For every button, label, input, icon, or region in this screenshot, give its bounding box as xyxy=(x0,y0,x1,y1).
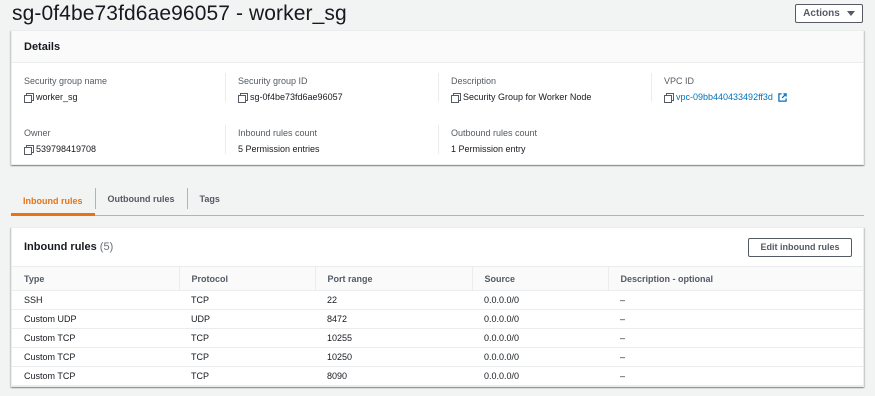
copy-icon[interactable] xyxy=(664,92,674,103)
column-header-source[interactable]: Source xyxy=(471,266,608,291)
column-divider xyxy=(438,73,439,102)
cell-port-range: 8090 xyxy=(315,366,472,386)
field-value: Security Group for Worker Node xyxy=(463,92,592,102)
cell-source: 0.0.0.0/0 xyxy=(472,309,608,329)
cell-type: SSH xyxy=(12,290,179,310)
copy-icon[interactable] xyxy=(24,144,34,155)
cell-port-range: 10255 xyxy=(315,328,472,348)
external-link-icon[interactable] xyxy=(778,92,787,102)
copy-icon[interactable] xyxy=(451,92,461,103)
cell-source: 0.0.0.0/0 xyxy=(472,347,608,367)
inbound-rules-count: (5) xyxy=(99,241,114,253)
copy-icon[interactable] xyxy=(24,92,34,103)
cell-protocol: UDP xyxy=(179,309,315,329)
field-label: Owner xyxy=(24,128,51,138)
field-outbound-rules-count: Outbound rules count 1 Permission entry xyxy=(451,128,537,154)
actions-label: Actions xyxy=(803,8,840,19)
column-divider xyxy=(225,125,226,154)
cell-protocol: TCP xyxy=(179,366,315,386)
cell-protocol: TCP xyxy=(179,328,315,348)
field-label: Security group name xyxy=(24,76,108,86)
inbound-rules-title: Inbound rules (5) xyxy=(24,241,113,253)
table-row[interactable]: Custom TCP TCP 10255 0.0.0.0/0 – xyxy=(12,328,863,348)
field-value: sg-0f4be73fd6ae96057 xyxy=(250,92,343,102)
cell-type: Custom TCP xyxy=(12,328,179,348)
column-divider xyxy=(651,73,652,102)
table-header-row: Type Protocol Port range Source Descript… xyxy=(12,266,863,291)
details-title: Details xyxy=(24,40,61,53)
actions-button[interactable]: Actions xyxy=(795,4,863,23)
cell-description: – xyxy=(608,328,863,348)
field-security-group-name: Security group name worker_sg xyxy=(24,76,108,103)
tab-tags[interactable]: Tags xyxy=(186,188,232,209)
cell-type: Custom UDP xyxy=(12,309,179,329)
copy-icon[interactable] xyxy=(238,92,248,103)
field-value: 539798419708 xyxy=(36,144,97,154)
cell-port-range: 8472 xyxy=(315,309,472,329)
cell-description: – xyxy=(608,366,863,386)
cell-source: 0.0.0.0/0 xyxy=(472,328,608,348)
cell-description: – xyxy=(608,347,863,367)
tab-inbound-rules[interactable]: Inbound rules xyxy=(11,186,95,216)
field-owner: Owner 539798419708 xyxy=(24,128,97,155)
cell-description: – xyxy=(608,290,863,310)
table-row[interactable]: Custom TCP TCP 10250 0.0.0.0/0 – xyxy=(12,347,863,367)
cell-protocol: TCP xyxy=(179,290,315,310)
cell-source: 0.0.0.0/0 xyxy=(472,290,608,310)
column-divider xyxy=(225,73,226,102)
inbound-rules-header: Inbound rules (5) Edit inbound rules xyxy=(12,228,863,266)
field-security-group-id: Security group ID sg-0f4be73fd6ae96057 xyxy=(238,76,343,103)
inbound-rules-title-text: Inbound rules xyxy=(24,241,97,253)
field-inbound-rules-count: Inbound rules count 5 Permission entries xyxy=(238,128,320,154)
column-header-type[interactable]: Type xyxy=(12,266,179,291)
table-row[interactable]: SSH TCP 22 0.0.0.0/0 – xyxy=(12,290,863,310)
column-header-protocol[interactable]: Protocol xyxy=(178,266,315,291)
cell-description: – xyxy=(608,309,863,329)
details-panel: Details Security group name worker_sg Se… xyxy=(11,30,864,165)
field-label: VPC ID xyxy=(664,76,695,86)
field-value: worker_sg xyxy=(36,92,78,102)
field-description: Description Security Group for Worker No… xyxy=(451,76,592,103)
column-header-description[interactable]: Description - optional xyxy=(607,266,863,291)
inbound-rules-table: Type Protocol Port range Source Descript… xyxy=(12,266,863,386)
details-header: Details xyxy=(12,31,863,63)
field-vpc-id: VPC ID vpc-09bb440433492ff3d xyxy=(664,76,787,103)
caret-down-icon xyxy=(846,11,855,16)
column-divider xyxy=(438,125,439,154)
field-label: Description xyxy=(451,76,497,86)
table-row[interactable]: Custom UDP UDP 8472 0.0.0.0/0 – xyxy=(12,309,863,329)
page-title: sg-0f4be73fd6ae96057 - worker_sg xyxy=(12,2,347,25)
field-label: Security group ID xyxy=(238,76,308,86)
field-value: 1 Permission entry xyxy=(451,144,526,154)
field-value: 5 Permission entries xyxy=(238,144,320,154)
inbound-rules-panel: Inbound rules (5) Edit inbound rules Typ… xyxy=(11,227,864,387)
cell-type: Custom TCP xyxy=(12,366,179,386)
edit-inbound-rules-button[interactable]: Edit inbound rules xyxy=(748,237,852,257)
cell-type: Custom TCP xyxy=(12,347,179,367)
tab-outbound-rules[interactable]: Outbound rules xyxy=(94,188,187,209)
cell-port-range: 22 xyxy=(315,290,472,310)
field-label: Inbound rules count xyxy=(238,128,318,138)
cell-source: 0.0.0.0/0 xyxy=(472,366,608,386)
field-label: Outbound rules count xyxy=(451,128,538,138)
column-header-port-range[interactable]: Port range xyxy=(314,266,472,291)
cell-port-range: 10250 xyxy=(315,347,472,367)
vpc-id-link[interactable]: vpc-09bb440433492ff3d xyxy=(676,92,773,102)
table-row[interactable]: Custom TCP TCP 8090 0.0.0.0/0 – xyxy=(12,366,863,386)
tab-bar: Inbound rules Outbound rules Tags xyxy=(11,186,864,216)
cell-protocol: TCP xyxy=(179,347,315,367)
